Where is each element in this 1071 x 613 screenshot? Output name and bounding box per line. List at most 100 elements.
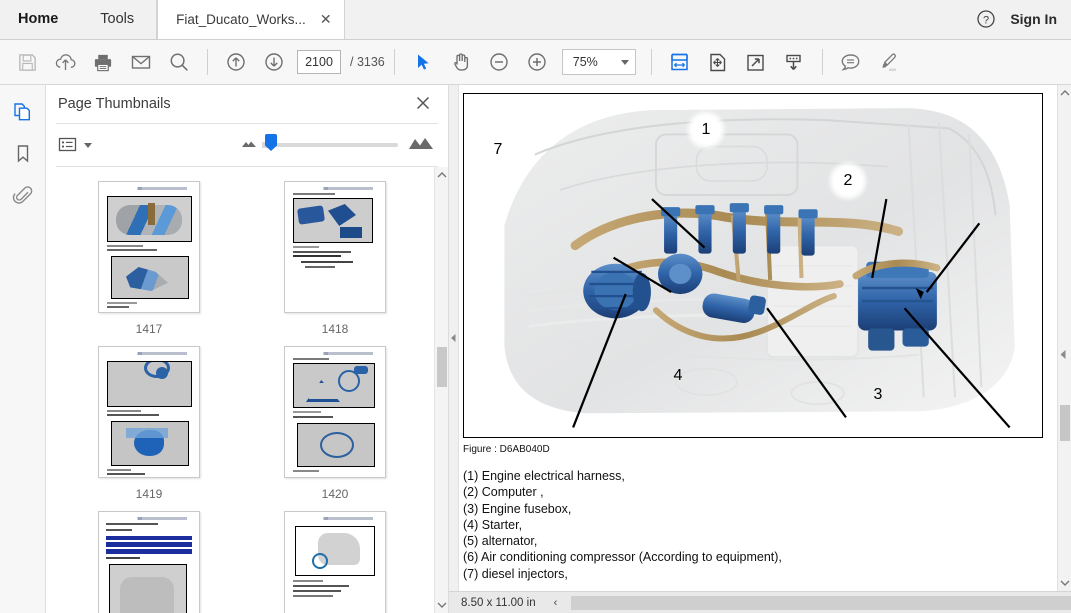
zoom-out-icon[interactable]: [480, 45, 518, 79]
zoom-level-value: 75%: [572, 55, 598, 69]
search-icon[interactable]: [160, 45, 198, 79]
thumb-header-line: [295, 352, 377, 355]
thumbnail-page-1419[interactable]: [98, 346, 200, 478]
list-item[interactable]: 1420: [242, 346, 428, 511]
collapse-left-handle[interactable]: [449, 85, 459, 591]
list-item[interactable]: 1419: [56, 346, 242, 511]
thumbnail-label: 1418: [321, 322, 349, 336]
list-item[interactable]: 1422: [242, 511, 428, 613]
horizontal-scrollbar[interactable]: [571, 595, 1071, 610]
thumbnails-panel-title: Page Thumbnails: [58, 96, 171, 112]
pan-and-zoom-icon[interactable]: [699, 45, 737, 79]
thumb-header-line: [109, 517, 191, 520]
thumbnail-page-1418[interactable]: [284, 181, 386, 313]
thumb-header-line: [295, 517, 377, 520]
app-tabs: Home Tools: [0, 0, 158, 39]
thumbnails-panel: Page Thumbnails 1417 1418 1419 1420: [46, 85, 449, 613]
slider-handle[interactable]: [265, 134, 277, 151]
sign-in-button[interactable]: Sign In: [1010, 11, 1057, 27]
cloud-upload-icon[interactable]: [46, 45, 84, 79]
main-toolbar: 2100 / 3136 75%: [0, 40, 1071, 85]
previous-page-icon[interactable]: [217, 45, 255, 79]
legend-item-1: (1) Engine electrical harness,: [463, 469, 625, 483]
tab-bar-actions: ? Sign In: [976, 0, 1071, 39]
collapse-right-handle[interactable]: [1059, 347, 1067, 365]
thumbnail-page-1420[interactable]: [284, 346, 386, 478]
thumbnail-label: 1419: [135, 487, 163, 501]
attachment-icon[interactable]: [7, 181, 39, 211]
list-item[interactable]: 1418: [242, 181, 428, 346]
hand-tool-icon[interactable]: [442, 45, 480, 79]
thumbnail-size-slider[interactable]: [262, 134, 398, 151]
large-mountains-icon[interactable]: [408, 135, 434, 156]
legend-item-5: (5) alternator,: [463, 534, 538, 549]
status-bar: 8.50 x 11.00 in ‹: [449, 591, 1071, 613]
figure-legend: (1) Engine electrical harness, (2) Compu…: [463, 468, 1043, 582]
scroll-down-arrow-icon[interactable]: [1060, 575, 1070, 591]
thumbnail-page-1417[interactable]: [98, 181, 200, 313]
tab-tools[interactable]: Tools: [78, 0, 156, 39]
close-icon[interactable]: ✕: [318, 11, 334, 27]
thumbnail-page-1422[interactable]: [284, 511, 386, 613]
chevron-down-icon: [84, 142, 92, 148]
svg-text:?: ?: [983, 15, 989, 27]
thumb-header-line: [295, 187, 377, 190]
list-item[interactable]: 1417: [56, 181, 242, 346]
scroll-mode-icon[interactable]: [775, 45, 813, 79]
toolbar-separator: [207, 49, 208, 75]
callout-number: 2: [843, 172, 853, 189]
fit-width-icon[interactable]: [661, 45, 699, 79]
tab-document[interactable]: Fiat_Ducato_Works... ✕: [157, 0, 345, 39]
callout-number: 4: [673, 367, 683, 384]
left-rail: [0, 85, 46, 613]
thumbnails-toolbar: [46, 124, 448, 166]
callout-7: 7: [484, 136, 512, 164]
thumbnail-label: 1420: [321, 487, 349, 501]
scroll-down-arrow-icon[interactable]: [437, 597, 447, 613]
figure-caption: Figure : D6AB040D: [463, 444, 550, 455]
scrollbar-thumb[interactable]: [1060, 405, 1070, 441]
save-icon[interactable]: [8, 45, 46, 79]
zoom-level-select[interactable]: 75%: [561, 49, 636, 75]
previous-page-arrow-icon[interactable]: ‹: [554, 597, 558, 609]
zoom-in-icon[interactable]: [518, 45, 556, 79]
small-mountains-icon[interactable]: [240, 136, 258, 154]
legend-item-2: (2) Computer ,: [463, 485, 544, 500]
list-item[interactable]: 1421: [56, 511, 242, 613]
print-icon[interactable]: [84, 45, 122, 79]
page-size-label: 8.50 x 11.00 in: [461, 596, 536, 609]
scroll-up-arrow-icon[interactable]: [1060, 85, 1070, 101]
page-thumbnails-icon[interactable]: [7, 97, 39, 127]
help-icon[interactable]: ?: [976, 9, 996, 29]
select-tool-icon[interactable]: [404, 45, 442, 79]
callout-2: 2: [834, 167, 862, 195]
callout-3: 3: [864, 381, 892, 409]
tab-tools-label: Tools: [100, 11, 135, 27]
page-total-label: / 3136: [350, 55, 385, 69]
close-panel-icon[interactable]: [414, 94, 434, 114]
highlight-icon[interactable]: [870, 45, 908, 79]
bookmark-icon[interactable]: [7, 139, 39, 169]
toolbar-separator-3: [650, 49, 652, 75]
comment-icon[interactable]: [832, 45, 870, 79]
document-scroll-area: 7 1 6 2 5 4 3 Figure : D6AB040D (1) Engi…: [449, 85, 1071, 591]
email-icon[interactable]: [122, 45, 160, 79]
thumbnails-scrollbar[interactable]: [434, 167, 448, 613]
fullscreen-icon[interactable]: [737, 45, 775, 79]
callout-1: 1: [692, 116, 720, 144]
callout-number: 1: [701, 121, 711, 138]
document-scrollbar[interactable]: [1057, 85, 1071, 591]
document-pane: 7 1 6 2 5 4 3 Figure : D6AB040D (1) Engi…: [449, 85, 1071, 613]
main-area: Page Thumbnails 1417 1418 1419 1420 7 1 …: [0, 85, 1071, 613]
next-page-icon[interactable]: [255, 45, 293, 79]
scroll-up-arrow-icon[interactable]: [437, 167, 447, 183]
page-number-input[interactable]: 2100: [297, 50, 341, 74]
tab-home[interactable]: Home: [0, 0, 78, 39]
scrollbar-thumb[interactable]: [437, 347, 447, 387]
callout-4: 4: [664, 362, 692, 390]
top-tab-bar: Home Tools Fiat_Ducato_Works... ✕ ? Sign…: [0, 0, 1071, 40]
chevron-down-icon: [620, 59, 629, 65]
list-options-icon[interactable]: [58, 136, 92, 154]
document-page: 7 1 6 2 5 4 3 Figure : D6AB040D (1) Engi…: [449, 85, 1057, 591]
thumbnail-page-1421[interactable]: [98, 511, 200, 613]
